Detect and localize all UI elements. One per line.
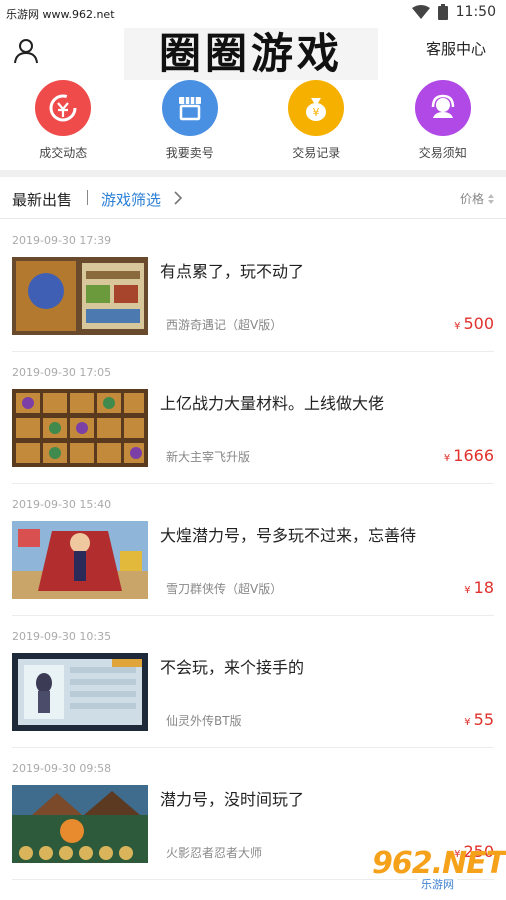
quick-entry-notice[interactable]: 交易须知 [380, 80, 506, 170]
listing-price: ¥18 [464, 578, 494, 597]
listing-price: ¥1666 [444, 446, 494, 465]
currency-symbol: ¥ [443, 453, 451, 464]
shop-icon [161, 80, 218, 136]
game-filter-button[interactable]: 游戏筛选 [101, 189, 161, 210]
customer-service-link[interactable]: 客服中心 [426, 38, 486, 59]
listing-date: 2019-09-30 09:58 [12, 762, 112, 775]
quick-entry-deals[interactable]: 成交动态 [0, 80, 127, 170]
price-value: 1666 [453, 446, 494, 465]
user-icon[interactable] [12, 36, 40, 64]
filter-bar: 最新出售 游戏筛选 价格 [0, 177, 506, 219]
listing: 2019-09-30 17:39 有点累了，玩不动了 西游奇遇记（超V版） ¥5… [0, 220, 506, 880]
listing-game: 仙灵外传BT版 [166, 714, 242, 728]
price-value: 500 [463, 314, 494, 333]
listing-title: 上亿战力大量材料。上线做大佬 [160, 394, 385, 413]
price-value: 55 [473, 710, 494, 729]
listing-price: ¥55 [464, 710, 494, 729]
currency-symbol: ¥ [454, 321, 461, 332]
list-item[interactable]: 2019-09-30 15:40 大煌潜力号，号多玩不过来，忘善待 雪刀群侠传（… [0, 484, 506, 616]
game-thumbnail [12, 785, 148, 863]
top-header: 圈圈游戏 客服中心 [0, 28, 506, 80]
listing-game: 西游奇遇记（超V版） [166, 318, 283, 332]
wifi-icon [411, 5, 430, 19]
currency-symbol: ¥ [464, 585, 471, 596]
game-thumbnail [12, 653, 148, 731]
battery-icon [437, 4, 448, 20]
clock: 11:50 [455, 4, 496, 20]
app-title: 圈圈游戏 [124, 28, 378, 80]
price-sort-button[interactable]: 价格 [460, 190, 494, 207]
site-watermark-logo: 962.NET 乐游网 [372, 846, 506, 894]
listing-date: 2019-09-30 15:40 [12, 498, 112, 511]
latest-sale-tab[interactable]: 最新出售 [12, 189, 72, 210]
status-icons: 11:50 [411, 4, 496, 20]
quick-entry-label: 成交动态 [39, 146, 88, 160]
listing-title: 不会玩，来个接手的 [160, 658, 305, 677]
listing-game: 雪刀群侠传（超V版） [166, 582, 283, 596]
listing-game: 火影忍者忍者大师 [166, 846, 263, 860]
status-bar: 乐游网 www.962.net 11:50 [0, 0, 506, 28]
listing-date: 2019-09-30 17:05 [12, 366, 112, 379]
price-value: 18 [473, 578, 494, 597]
quick-entries: 成交动态 我要卖号 ¥ 交易记录 交易须知 [0, 80, 506, 170]
price-sort-label: 价格 [459, 192, 484, 206]
quick-entry-sell[interactable]: 我要卖号 [127, 80, 254, 170]
svg-text:¥: ¥ [313, 106, 320, 119]
list-item[interactable]: 2019-09-30 17:39 有点累了，玩不动了 西游奇遇记（超V版） ¥5… [0, 220, 506, 352]
quick-entry-records[interactable]: ¥ 交易记录 [253, 80, 380, 170]
listing-game: 新大主宰飞升版 [166, 450, 251, 464]
listing-date: 2019-09-30 10:35 [12, 630, 112, 643]
listing-title: 潜力号，没时间玩了 [160, 790, 305, 809]
quick-entry-label: 交易须知 [418, 146, 467, 160]
site-watermark: 乐游网 www.962.net [6, 8, 115, 21]
moneybag-icon: ¥ [288, 80, 345, 136]
quick-entry-label: 交易记录 [292, 146, 341, 160]
listing-title: 大煌潜力号，号多玩不过来，忘善待 [160, 526, 417, 545]
section-divider [0, 170, 506, 177]
game-thumbnail [12, 521, 148, 599]
list-item[interactable]: 2019-09-30 17:05 上亿战力大量材料。上线做大佬 新大主宰飞升版 … [0, 352, 506, 484]
listing-price: ¥500 [454, 314, 494, 333]
watermark-site-name: 乐游网 [418, 876, 457, 892]
listing-date: 2019-09-30 17:39 [12, 234, 112, 247]
exchange-icon [35, 80, 92, 136]
currency-symbol: ¥ [464, 717, 471, 728]
game-thumbnail [12, 257, 148, 335]
list-item[interactable]: 2019-09-30 10:35 不会玩，来个接手的 仙灵外传BT版 ¥55 [0, 616, 506, 748]
quick-entry-label: 我要卖号 [165, 146, 214, 160]
game-thumbnail [12, 389, 148, 467]
sort-arrows-icon [488, 193, 494, 204]
chevron-right-icon[interactable] [172, 189, 184, 207]
headset-icon [414, 80, 471, 136]
listing-title: 有点累了，玩不动了 [160, 262, 305, 281]
tab-separator [87, 190, 88, 205]
